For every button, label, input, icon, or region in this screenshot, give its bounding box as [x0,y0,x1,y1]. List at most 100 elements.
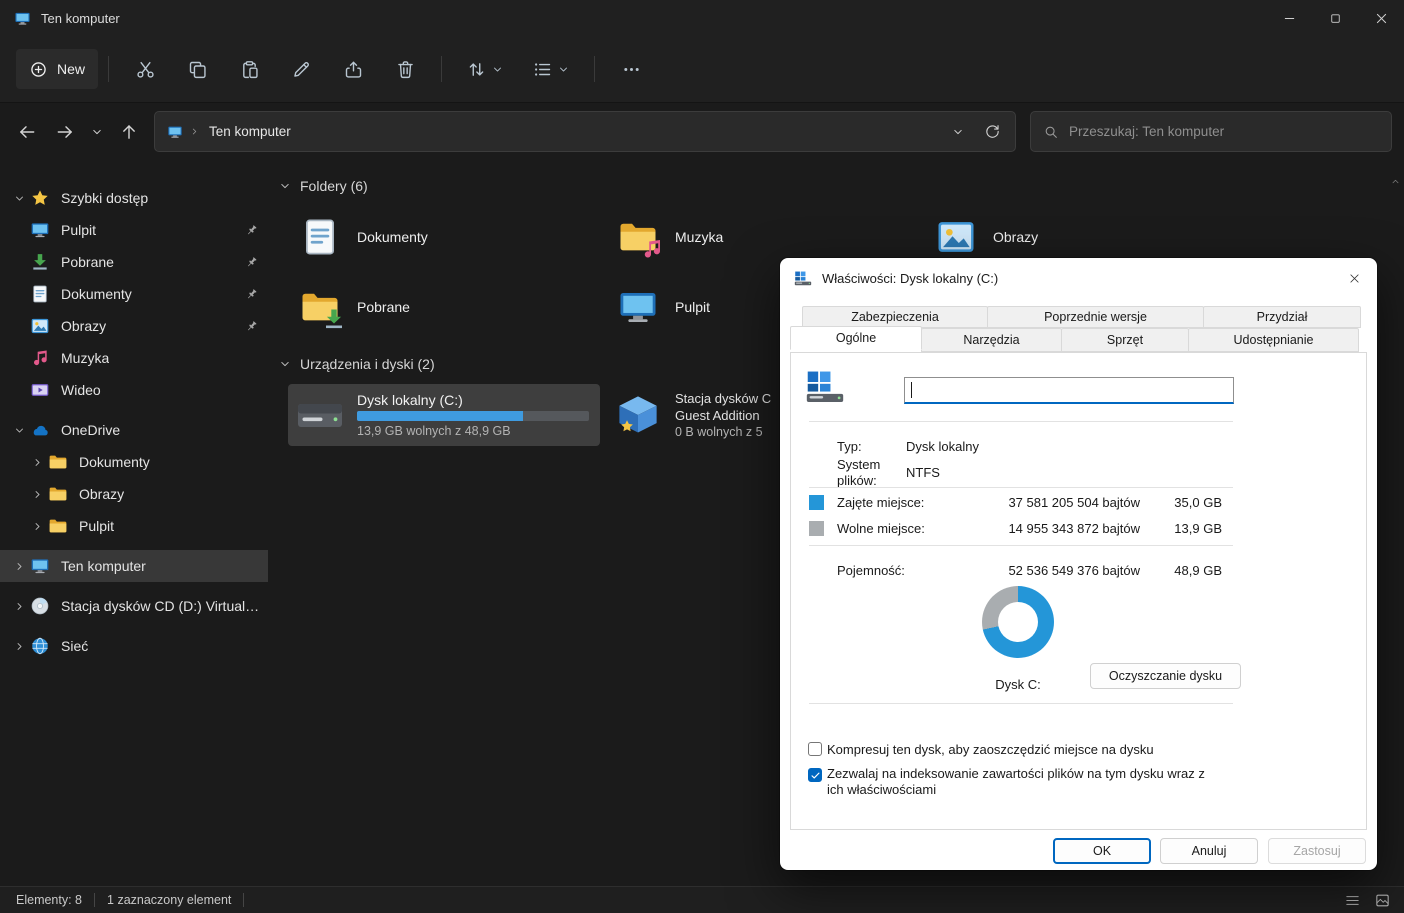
chevron-down-icon [90,125,104,139]
sidebar-item-onedrive-pulpit[interactable]: Pulpit [0,510,268,542]
refresh-button[interactable] [975,115,1009,149]
compress-checkbox[interactable] [808,742,822,756]
folder-tile-pobrane[interactable]: Pobrane [288,276,600,338]
sidebar-item-onedrive-obrazy[interactable]: Obrazy [0,478,268,510]
chevron-down-icon[interactable] [8,192,30,205]
sidebar-item-siec[interactable]: Sieć [0,630,268,662]
chevron-right-icon[interactable] [8,600,30,613]
chevron-down-icon[interactable] [278,357,292,371]
chevron-down-icon[interactable] [278,179,292,193]
tab-ogolne[interactable]: Ogólne [790,326,922,350]
sidebar-item-label: Wideo [61,382,101,398]
rename-icon [291,59,312,80]
index-checkbox[interactable] [808,768,822,782]
address-dropdown-button[interactable] [941,115,975,149]
sidebar-item-onedrive[interactable]: OneDrive [0,414,268,446]
rename-button[interactable] [281,49,321,89]
ok-button[interactable]: OK [1053,838,1151,864]
new-button[interactable]: New [16,49,98,89]
sidebar-item-onedrive-dokumenty[interactable]: Dokumenty [0,446,268,478]
sidebar-item-wideo[interactable]: Wideo [0,374,268,406]
sidebar-item-pulpit[interactable]: Pulpit [0,214,268,246]
status-bar: Elementy: 8 1 zaznaczony element [0,886,1404,913]
desktop-folder-icon [614,286,662,328]
thumbnail-view-button[interactable] [1370,889,1394,911]
drive-c-tile[interactable]: Dysk lokalny (C:) 13,9 GB wolnych z 48,9… [288,384,600,446]
sidebar-item-label: Obrazy [61,318,106,334]
chevron-right-icon[interactable] [26,456,48,469]
sidebar-item-ten-komputer[interactable]: Ten komputer [0,550,268,582]
tab-poprzednie-wersje[interactable]: Poprzednie wersje [987,306,1204,328]
onedrive-cloud-icon [30,420,50,440]
star-icon [30,188,50,208]
virtualbox-cd-icon [614,394,662,436]
drive-icon [794,270,812,287]
tab-zabezpieczenia[interactable]: Zabezpieczenia [802,306,988,328]
apply-button[interactable]: Zastosuj [1268,838,1366,864]
documents-icon [30,284,50,304]
network-icon [30,636,50,656]
minimize-button[interactable] [1266,0,1312,36]
chevron-down-icon[interactable] [8,424,30,437]
sidebar-item-obrazy[interactable]: Obrazy [0,310,268,342]
dialog-close-button[interactable] [1331,258,1377,298]
free-space-gb: 13,9 GB [1096,521,1222,537]
forward-button[interactable] [46,113,84,151]
status-divider [94,893,95,907]
chevron-right-icon[interactable] [26,488,48,501]
check-icon [810,770,821,781]
recent-locations-button[interactable] [84,113,110,151]
folder-tile-dokumenty[interactable]: Dokumenty [288,206,600,268]
more-options-button[interactable] [611,49,651,89]
section-folders[interactable]: Foldery (6) [278,176,1404,196]
sidebar-item-label: Muzyka [61,350,109,366]
tile-label: Pobrane [357,299,410,315]
tab-narzedzia[interactable]: Narzędzia [921,328,1062,352]
tile-label: Pulpit [675,299,710,315]
share-button[interactable] [333,49,373,89]
sidebar-item-muzyka[interactable]: Muzyka [0,342,268,374]
view-button[interactable] [524,49,578,89]
up-button[interactable] [110,113,148,151]
pictures-icon [30,316,50,336]
disk-cleanup-button[interactable]: Oczyszczanie dysku [1090,663,1241,689]
tile-label: Obrazy [993,229,1038,245]
tab-udostepnianie[interactable]: Udostępnianie [1188,328,1359,352]
music-folder-icon [614,216,662,258]
chevron-right-icon [189,126,200,137]
paste-button[interactable] [229,49,269,89]
back-button[interactable] [8,113,46,151]
sidebar-item-pobrane[interactable]: Pobrane [0,246,268,278]
sidebar-item-dokumenty[interactable]: Dokumenty [0,278,268,310]
address-bar[interactable]: Ten komputer [154,111,1016,152]
sidebar-item-quick-access[interactable]: Szybki dostęp [0,182,268,214]
separator [809,487,1233,488]
search-box[interactable] [1030,111,1392,152]
sort-button[interactable] [458,49,512,89]
this-pc-icon [30,556,50,576]
maximize-button[interactable] [1312,0,1358,36]
scrollbar-up-arrow[interactable] [1390,176,1401,187]
close-button[interactable] [1358,0,1404,36]
navigation-pane: Szybki dostęp Pulpit Pobrane Dokumenty O… [0,160,268,886]
chevron-right-icon[interactable] [8,560,30,573]
text-caret [911,382,912,398]
cancel-button[interactable]: Anuluj [1160,838,1258,864]
copy-button[interactable] [177,49,217,89]
chevron-right-icon[interactable] [8,640,30,653]
volume-label-input[interactable] [904,377,1234,404]
breadcrumb[interactable]: Ten komputer [209,124,291,139]
delete-button[interactable] [385,49,425,89]
chevron-down-icon [557,63,570,76]
drive-name: Stacja dysków C [675,390,771,407]
tab-row-front: Ogólne Narzędzia Sprzęt Udostępnianie [790,328,1359,352]
capacity-gb: 48,9 GB [1096,563,1222,579]
search-input[interactable] [1069,124,1379,139]
details-view-button[interactable] [1340,889,1364,911]
tab-sprzet[interactable]: Sprzęt [1061,328,1189,352]
chevron-right-icon[interactable] [26,520,48,533]
folder-icon [48,452,68,472]
sidebar-item-cd-drive[interactable]: Stacja dysków CD (D:) VirtualBox [0,590,268,622]
cut-button[interactable] [125,49,165,89]
tab-przydzial[interactable]: Przydział [1203,306,1361,328]
